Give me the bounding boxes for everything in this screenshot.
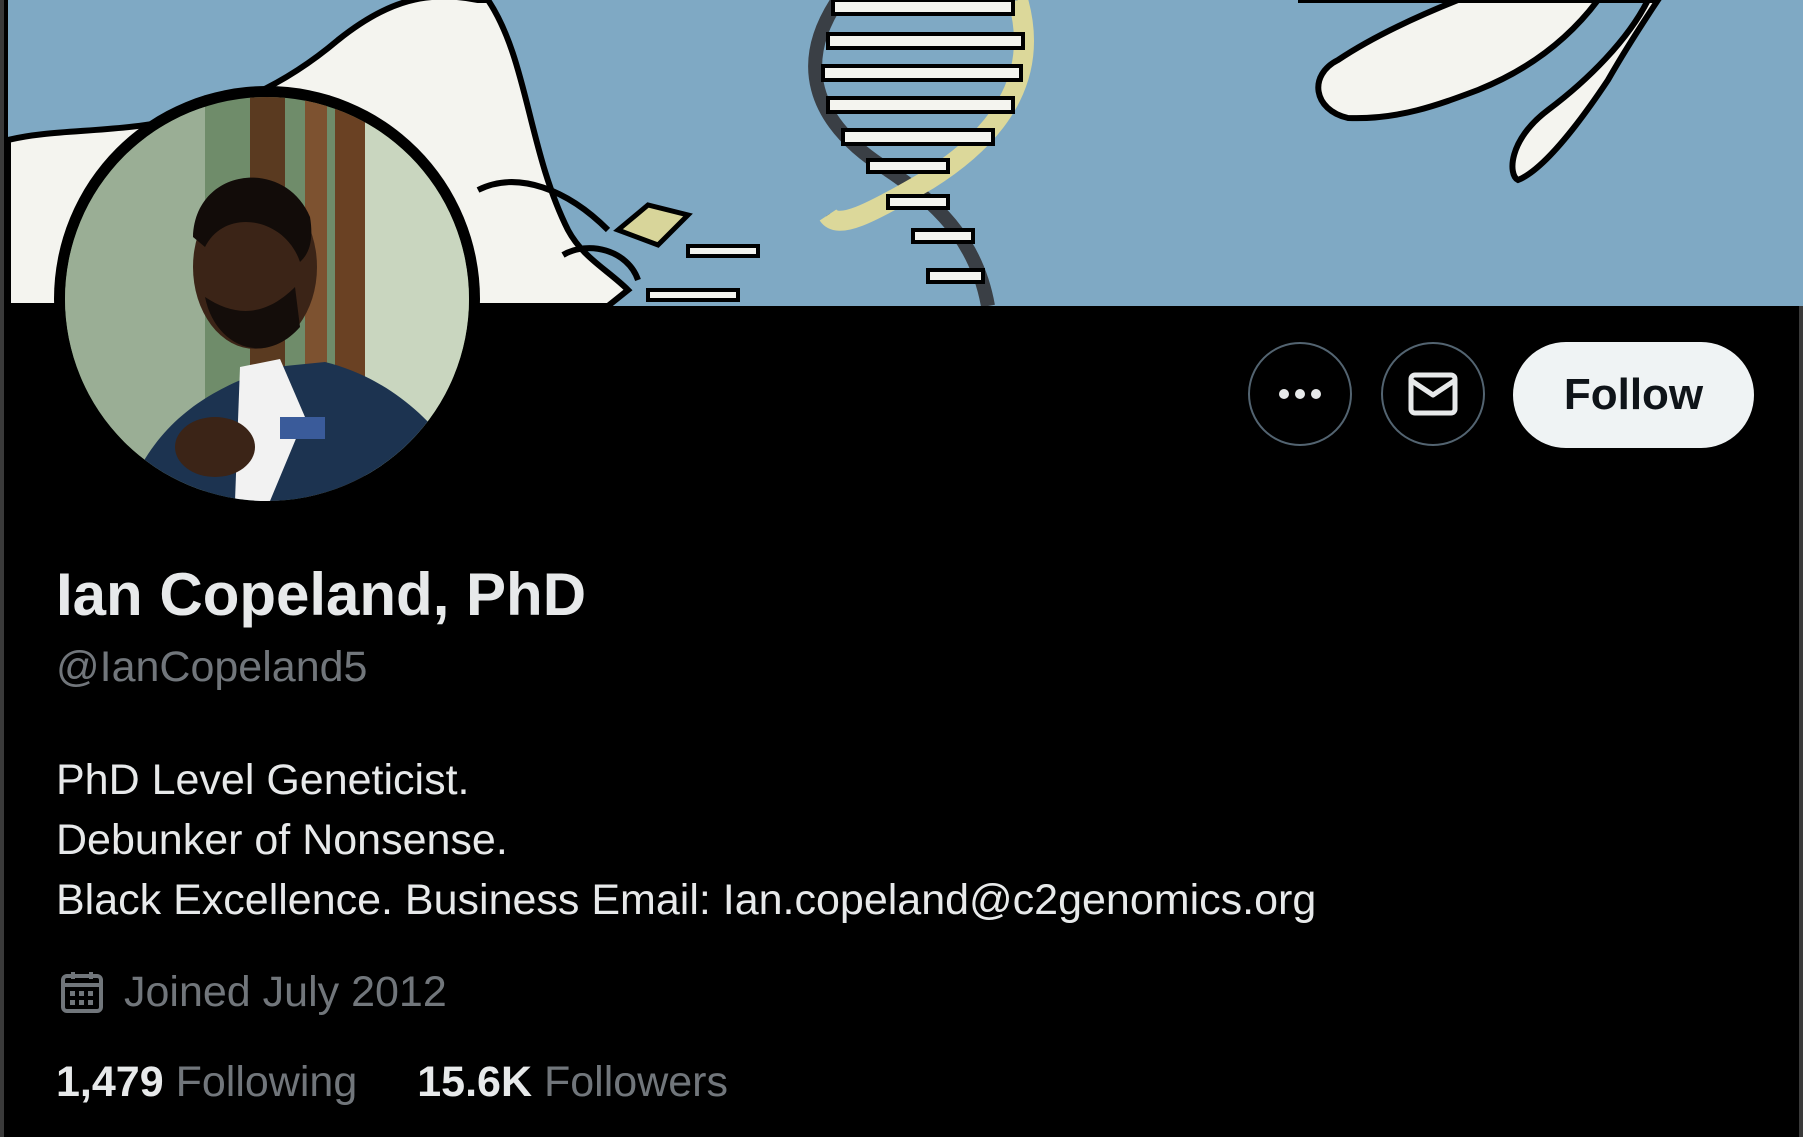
more-options-button[interactable] [1248,342,1352,446]
envelope-icon [1408,372,1458,416]
follow-stats: 1,479 Following 15.6K Followers [56,1058,728,1107]
following-label: Following [175,1058,358,1106]
profile-bio: PhD Level Geneticist. Debunker of Nonsen… [56,750,1316,930]
follow-button[interactable]: Follow [1513,342,1754,448]
more-dots-icon [1279,389,1321,399]
join-date-text: Joined July 2012 [124,967,447,1016]
bio-line: Debunker of Nonsense. [56,816,508,864]
profile-avatar[interactable] [54,86,480,512]
followers-label: Followers [544,1058,728,1106]
following-link[interactable]: 1,479 Following [56,1058,357,1107]
calendar-icon [60,970,104,1014]
avatar-photo [65,97,469,501]
followers-link[interactable]: 15.6K Followers [417,1058,728,1107]
followers-count: 15.6K [417,1058,532,1106]
bio-line: PhD Level Geneticist. [56,756,470,804]
profile-page: Follow Ian Copeland, PhD @IanCopeland5 P… [0,0,1803,1137]
bio-line: Black Excellence. Business Email: Ian.co… [56,876,1317,924]
message-button[interactable] [1381,342,1485,446]
user-handle: @IanCopeland5 [56,643,368,691]
display-name: Ian Copeland, PhD [56,561,587,628]
following-count: 1,479 [56,1058,164,1106]
join-date: Joined July 2012 [60,964,447,1020]
